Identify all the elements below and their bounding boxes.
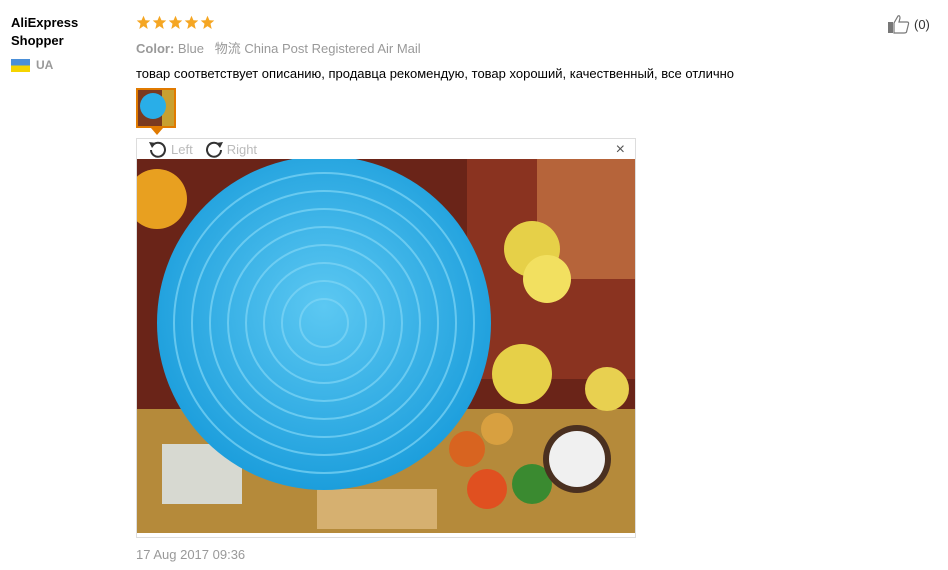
close-viewer-button[interactable]: × <box>616 141 625 159</box>
rotate-left-label: Left <box>171 141 193 157</box>
reviewer-country: UA <box>11 58 121 72</box>
country-code: UA <box>36 58 54 72</box>
photo-thumbnail[interactable] <box>136 88 176 128</box>
helpful-count: (0) <box>914 16 930 32</box>
thumbnail-pointer <box>151 128 163 135</box>
star-icon <box>152 15 167 29</box>
color-label: Color: <box>136 41 175 56</box>
order-info: Color: Blue 物流 China Post Registered Air… <box>136 38 896 57</box>
reviewer-name: AliExpress Shopper <box>11 15 79 48</box>
star-icon <box>136 15 151 29</box>
review-body: Color: Blue 物流 China Post Registered Air… <box>136 12 896 81</box>
rotate-right-label: Right <box>226 141 258 157</box>
reviewer-info: AliExpress Shopper UA <box>11 14 121 72</box>
review-photo <box>137 159 635 533</box>
viewer-toolbar: Left Right × <box>137 139 635 159</box>
star-icon <box>184 15 199 29</box>
shipping-method: 物流 China Post Registered Air Mail <box>214 41 421 56</box>
star-rating <box>136 12 896 32</box>
rotate-left-icon <box>149 141 166 158</box>
rotate-left-button[interactable]: Left <box>147 139 193 159</box>
review-date: 17 Aug 2017 09:36 <box>136 547 246 562</box>
photo-viewer: Left Right × <box>136 138 636 538</box>
rotate-right-button[interactable]: Right <box>203 139 257 159</box>
star-icon <box>168 15 183 29</box>
ukraine-flag-icon <box>11 58 30 72</box>
star-icon <box>200 15 215 29</box>
color-value: Blue <box>177 41 204 56</box>
thumbnail-image <box>138 90 174 126</box>
review-text: товар соответствует описанию, продавца р… <box>136 66 735 81</box>
thumbs-up-icon <box>888 15 910 34</box>
helpful-button[interactable]: (0) <box>887 14 930 34</box>
rotate-right-icon <box>205 141 223 158</box>
